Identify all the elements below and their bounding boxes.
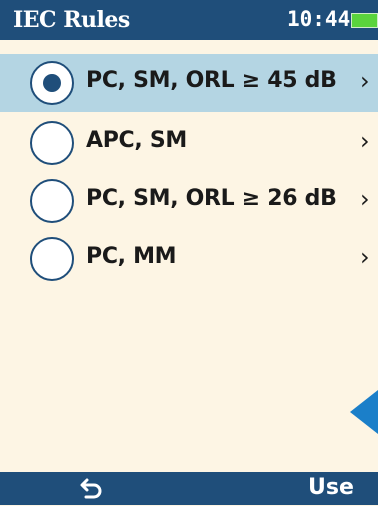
radio-button[interactable] [30,121,74,165]
rule-label: PC, MM [86,244,177,269]
bottom-bar: Use [0,472,378,505]
use-button[interactable]: Use [308,475,354,500]
rule-label: PC, SM, ORL ≥ 45 dB [86,68,337,93]
page-title: IEC Rules [13,7,130,33]
chevron-right-icon: › [360,185,370,213]
status-bar: IEC Rules 10:44 [0,0,378,40]
rule-label: APC, SM [86,128,187,153]
radio-button[interactable] [30,237,74,281]
swipe-left-arrow-icon[interactable] [350,390,378,434]
rule-row-pc-sm-45[interactable]: PC, SM, ORL ≥ 45 dB › [0,54,378,112]
clock: 10:44 [287,7,351,31]
radio-button[interactable] [30,179,74,223]
battery-icon [351,13,378,28]
rule-row-pc-sm-26[interactable]: PC, SM, ORL ≥ 26 dB › [0,172,378,230]
chevron-right-icon: › [360,67,370,95]
rule-row-pc-mm[interactable]: PC, MM › [0,230,378,288]
rule-label: PC, SM, ORL ≥ 26 dB [86,186,337,211]
radio-selected-dot [43,74,61,92]
radio-button[interactable] [30,61,74,105]
back-button[interactable] [78,474,106,502]
chevron-right-icon: › [360,243,370,271]
rule-row-apc-sm[interactable]: APC, SM › [0,114,378,172]
chevron-right-icon: › [360,127,370,155]
back-arrow-icon [80,478,102,499]
